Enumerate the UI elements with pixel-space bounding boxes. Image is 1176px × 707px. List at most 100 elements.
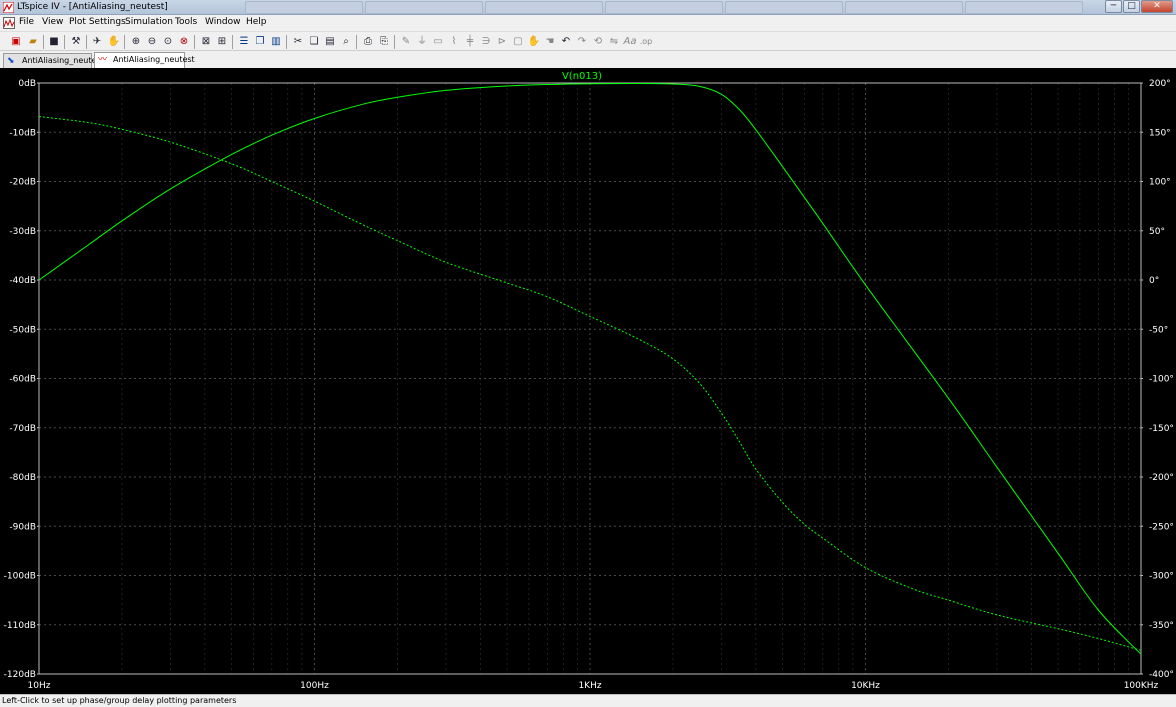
print-icon[interactable]: ⎘	[377, 35, 391, 49]
y-right-tick-label: 150°	[1149, 128, 1171, 138]
y-left-tick-label: -80dB	[9, 473, 36, 483]
resistor-icon[interactable]: ⌇	[447, 35, 461, 49]
component-icon[interactable]: ▢	[511, 35, 525, 49]
background-taskbar-tab	[365, 1, 483, 14]
y-left-tick-label: -10dB	[9, 128, 36, 138]
add-trace-icon[interactable]: ⊞	[215, 35, 229, 49]
document-tabs: ⬊ AntiAliasing_neutest 〰 AntiAliasing_ne…	[0, 51, 1176, 68]
zoom-back-icon[interactable]: ⊗	[177, 35, 191, 49]
tab-label: AntiAliasing_neutest	[113, 55, 195, 64]
mirror-icon[interactable]: ⇋	[607, 35, 621, 49]
y-left-tick-label: -50dB	[9, 325, 36, 335]
window-close-button[interactable]: ✕	[1141, 0, 1173, 13]
save-icon[interactable]: ■	[47, 35, 61, 49]
tab-schematic[interactable]: ⬊ AntiAliasing_neutest	[3, 53, 104, 68]
title-bar: LTspice IV - [AntiAliasing_neutest] ─ □ …	[0, 0, 1176, 15]
copy-icon[interactable]: ❏	[307, 35, 321, 49]
capacitor-icon[interactable]: ╪	[463, 35, 477, 49]
window-title: LTspice IV - [AntiAliasing_neutest]	[17, 2, 168, 12]
menu-help[interactable]: Help	[246, 17, 267, 27]
y-right-tick-label: 0°	[1149, 276, 1159, 286]
x-tick-label: 100Hz	[300, 681, 329, 691]
x-tick-label: 10Hz	[28, 681, 51, 691]
y-left-tick-label: -40dB	[9, 276, 36, 286]
open-icon[interactable]: ▰	[26, 35, 40, 49]
toolbar-separator	[286, 35, 287, 49]
y-left-tick-label: -30dB	[9, 227, 36, 237]
menu-tools[interactable]: Tools	[175, 17, 197, 27]
background-taskbar-tab	[485, 1, 603, 14]
new-schematic-icon[interactable]: ▣	[9, 35, 23, 49]
schematic-icon: ⬊	[7, 56, 15, 66]
y-right-tick-label: 200°	[1149, 79, 1171, 89]
undo-icon[interactable]: ↶	[559, 35, 573, 49]
y-right-tick-label: -400°	[1149, 670, 1174, 680]
menu-simulation[interactable]: Simulation	[125, 17, 173, 27]
menu-window[interactable]: Window	[205, 17, 241, 27]
status-text: Left-Click to set up phase/group delay p…	[2, 696, 237, 705]
label-icon[interactable]: ▭	[431, 35, 445, 49]
y-right-tick-label: -350°	[1149, 621, 1174, 631]
tile-vertical-icon[interactable]: ▥	[269, 35, 283, 49]
menu-view[interactable]: View	[42, 17, 63, 27]
toolbar-separator	[86, 35, 87, 49]
inductor-icon[interactable]: ∋	[479, 35, 493, 49]
toolbar-separator	[394, 35, 395, 49]
y-right-tick-label: -100°	[1149, 375, 1174, 385]
toolbar: ▣ ▰ ■ ⚒ ✈ ✋ ⊕ ⊖ ⊙ ⊗ ⊠ ⊞ ☰ ❐ ▥ ✂ ❏ ▤ ⌕ ⎙ …	[0, 31, 1176, 51]
cascade-icon[interactable]: ❐	[253, 35, 267, 49]
window-maximize-button[interactable]: □	[1123, 0, 1140, 13]
diode-icon[interactable]: ⊳	[495, 35, 509, 49]
window-minimize-button[interactable]: ─	[1105, 0, 1122, 13]
y-left-tick-label: -90dB	[9, 522, 36, 532]
waveform-plot-pane[interactable]: 0dB -10dB -20dB -30dB -40dB -50dB -60dB -70dB -8…	[0, 68, 1176, 694]
redo-icon[interactable]: ↷	[575, 35, 589, 49]
menu-bar: File View Plot Settings Simulation Tools…	[0, 15, 1176, 40]
tab-waveform[interactable]: 〰 AntiAliasing_neutest	[94, 52, 195, 68]
control-panel-icon[interactable]: ⚒	[69, 35, 83, 49]
menu-file[interactable]: File	[19, 17, 34, 27]
y-left-tick-label: -60dB	[9, 375, 36, 385]
zoom-out-icon[interactable]: ⊖	[145, 35, 159, 49]
zoom-in-icon[interactable]: ⊕	[129, 35, 143, 49]
menu-plot-settings[interactable]: Plot Settings	[69, 17, 126, 27]
bode-plot[interactable]: 0dB -10dB -20dB -30dB -40dB -50dB -60dB -70dB -8…	[0, 68, 1176, 694]
y-right-tick-label: -250°	[1149, 522, 1174, 532]
y-left-tick-label: 0dB	[18, 79, 36, 89]
autorange-icon[interactable]: ⊠	[199, 35, 213, 49]
ground-icon[interactable]: ⏚	[415, 35, 429, 49]
tile-horizontal-icon[interactable]: ☰	[237, 35, 251, 49]
tab-label: AntiAliasing_neutest	[22, 56, 104, 65]
text-icon[interactable]: Aa	[623, 35, 637, 49]
wire-icon[interactable]: ✎	[399, 35, 413, 49]
toolbar-separator	[232, 35, 233, 49]
cut-icon[interactable]: ✂	[291, 35, 305, 49]
move-icon[interactable]: ✋	[527, 35, 541, 49]
paste-icon[interactable]: ▤	[323, 35, 337, 49]
zoom-full-icon[interactable]: ⊙	[161, 35, 175, 49]
halt-icon[interactable]: ✋	[107, 35, 121, 49]
drag-icon[interactable]: ☚	[543, 35, 557, 49]
find-icon[interactable]: ⌕	[339, 35, 353, 49]
trace-name-label[interactable]: V(n013)	[562, 71, 602, 82]
print-setup-icon[interactable]: ⎙	[361, 35, 375, 49]
waveform-doc-icon[interactable]	[3, 17, 15, 29]
spice-directive-icon[interactable]: .op	[639, 35, 653, 49]
rotate-icon[interactable]: ⟲	[591, 35, 605, 49]
x-tick-label: 10KHz	[851, 681, 880, 691]
background-taskbar-tab	[245, 1, 363, 14]
run-icon[interactable]: ✈	[90, 35, 104, 49]
x-tick-label: 1KHz	[578, 681, 601, 691]
toolbar-separator	[124, 35, 125, 49]
x-tick-label: 100KHz	[1124, 681, 1159, 691]
y-right-tick-label: 50°	[1149, 227, 1165, 237]
waveform-icon: 〰	[98, 55, 108, 65]
y-right-tick-label: -150°	[1149, 424, 1174, 434]
toolbar-separator	[356, 35, 357, 49]
y-left-tick-label: -70dB	[9, 424, 36, 434]
background-taskbar-tab	[605, 1, 723, 14]
status-bar: Left-Click to set up phase/group delay p…	[0, 694, 1176, 707]
y-right-tick-label: -50°	[1149, 325, 1168, 335]
background-taskbar-tab	[845, 1, 963, 14]
ltspice-app-icon[interactable]	[3, 2, 14, 13]
